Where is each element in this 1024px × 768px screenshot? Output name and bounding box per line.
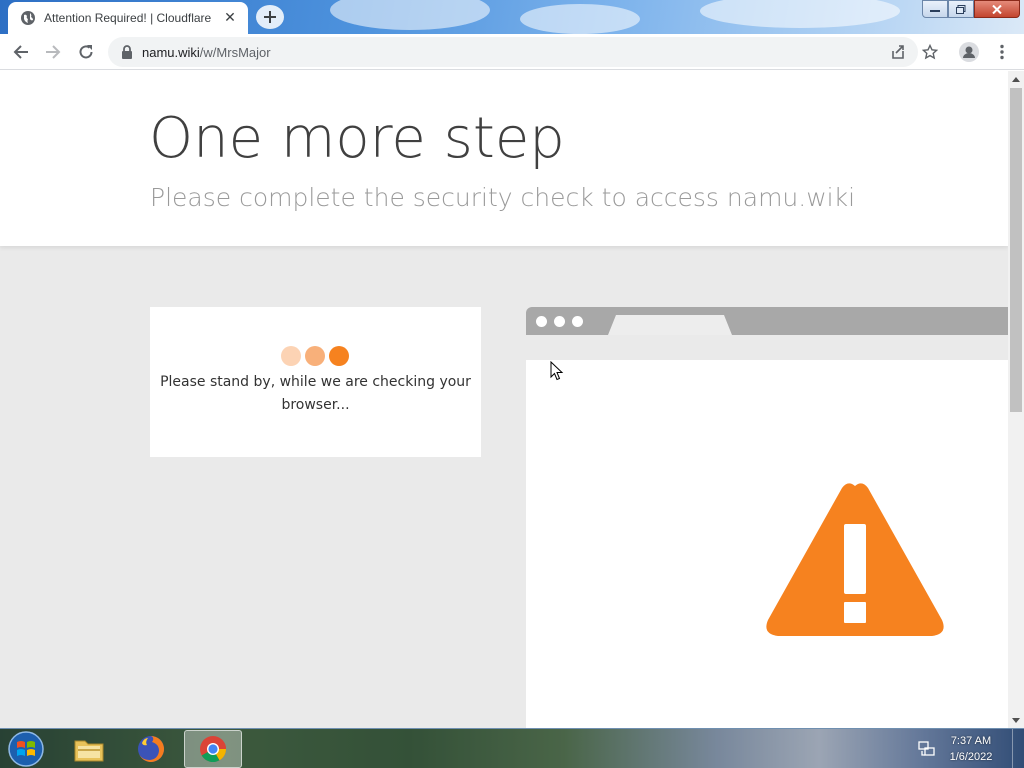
system-tray: 7:37 AM 1/6/2022 — [904, 729, 1024, 768]
windows-logo-icon — [8, 731, 44, 767]
profile-button[interactable] — [957, 40, 981, 64]
kebab-menu-icon — [1000, 44, 1004, 60]
start-button[interactable] — [6, 730, 46, 768]
illustration-dot — [572, 316, 583, 327]
back-button[interactable] — [9, 40, 33, 64]
browser-toolbar: namu.wiki/w/MrsMajor — [0, 34, 1024, 70]
lock-icon[interactable] — [120, 45, 134, 59]
illustration-tab — [608, 315, 732, 335]
loading-dot — [281, 346, 301, 366]
minimize-button[interactable] — [922, 0, 948, 18]
avatar-icon — [959, 42, 979, 62]
check-message: Please stand by, while we are checking y… — [160, 374, 471, 413]
page-title: One more step — [149, 106, 565, 171]
windows-taskbar: 7:37 AM 1/6/2022 — [0, 728, 1024, 768]
system-clock[interactable]: 7:37 AM 1/6/2022 — [936, 733, 1006, 765]
page-subtitle: Please complete the security check to ac… — [150, 183, 856, 212]
new-tab-button[interactable] — [256, 5, 284, 29]
page-viewport: One more step Please complete the securi… — [0, 71, 1008, 728]
network-icon[interactable] — [918, 740, 936, 758]
taskbar-firefox[interactable] — [122, 730, 180, 768]
restore-icon — [956, 4, 966, 14]
scroll-up-arrow-icon[interactable] — [1008, 71, 1024, 87]
taskbar-chrome[interactable] — [184, 730, 242, 768]
bookmark-button[interactable] — [918, 40, 942, 64]
loading-dots — [281, 346, 349, 366]
security-check-card: Please stand by, while we are checking y… — [150, 307, 481, 457]
title-bar: Attention Required! | Cloudflare ✕ — [0, 0, 1024, 34]
reload-icon — [79, 45, 93, 59]
taskbar-explorer[interactable] — [60, 730, 118, 768]
url-text: namu.wiki/w/MrsMajor — [142, 45, 271, 60]
address-bar[interactable]: namu.wiki/w/MrsMajor — [108, 37, 918, 67]
restore-button[interactable] — [948, 0, 974, 18]
vertical-scrollbar[interactable] — [1008, 71, 1024, 728]
url-domain: namu.wiki — [142, 44, 200, 60]
back-arrow-icon — [13, 45, 28, 59]
folder-icon — [74, 740, 104, 762]
minimize-icon — [930, 10, 940, 12]
share-icon — [892, 45, 904, 59]
globe-icon — [21, 11, 35, 25]
loading-dot — [305, 346, 325, 366]
scroll-thumb[interactable] — [1010, 88, 1022, 412]
url-path: /w/MrsMajor — [199, 44, 271, 60]
browser-tab[interactable]: Attention Required! | Cloudflare ✕ — [8, 2, 248, 34]
firefox-icon — [138, 736, 164, 762]
mouse-cursor-icon — [550, 361, 564, 381]
warning-icon — [766, 483, 944, 636]
tab-title: Attention Required! | Cloudflare — [44, 11, 212, 25]
browser-illustration — [526, 307, 1008, 728]
illustration-dot — [536, 316, 547, 327]
window-controls — [922, 0, 1020, 20]
close-window-button[interactable] — [974, 0, 1020, 18]
plus-icon — [264, 11, 276, 23]
close-icon — [992, 4, 1002, 14]
clock-time: 7:37 AM — [950, 735, 992, 747]
menu-button[interactable] — [990, 40, 1014, 64]
page-header: One more step Please complete the securi… — [0, 71, 1008, 246]
loading-dot — [329, 346, 349, 366]
chrome-icon — [200, 736, 227, 763]
tab-close-icon[interactable]: ✕ — [222, 10, 238, 26]
reload-button[interactable] — [74, 40, 98, 64]
forward-arrow-icon — [46, 45, 61, 59]
star-icon — [922, 44, 938, 60]
share-button[interactable] — [886, 40, 910, 64]
illustration-page — [526, 360, 1008, 728]
scroll-down-arrow-icon[interactable] — [1008, 712, 1024, 728]
forward-button[interactable] — [41, 40, 65, 64]
illustration-dot — [554, 316, 565, 327]
illustration-browser-bar — [526, 307, 1008, 335]
show-desktop-button[interactable] — [1012, 729, 1024, 768]
clock-date: 1/6/2022 — [949, 751, 993, 763]
